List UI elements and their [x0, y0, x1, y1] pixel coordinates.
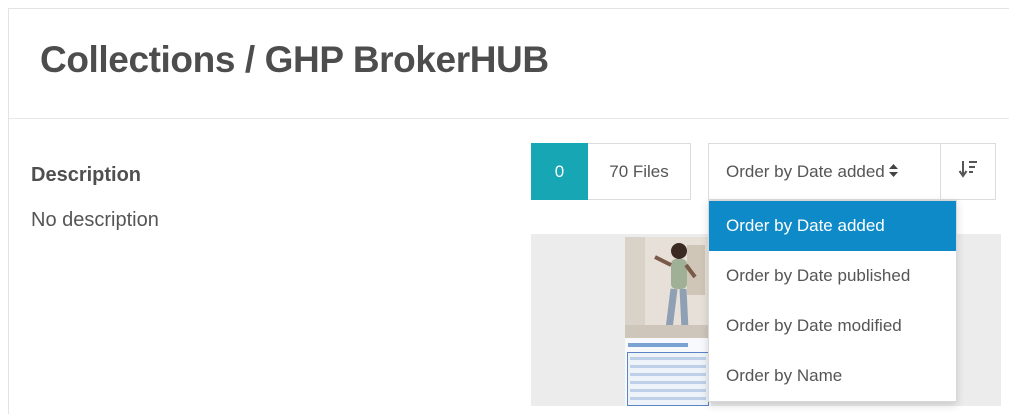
order-dropdown-menu: Order by Date added Order by Date publis… [708, 200, 957, 402]
page-title: Collections / GHP BrokerHUB [40, 39, 549, 80]
order-option-date-modified[interactable]: Order by Date modified [709, 301, 956, 351]
order-select-value: Order by Date added [726, 161, 885, 181]
sort-descending-icon [958, 159, 978, 184]
description-text: No description [31, 209, 159, 231]
order-select[interactable]: Order by Date added [708, 143, 941, 200]
table-line [630, 357, 706, 360]
page-header: Collections / GHP BrokerHUB [9, 9, 1009, 119]
table-line [630, 365, 706, 368]
table-line [630, 381, 706, 384]
thumbnail-document [625, 338, 711, 406]
description-label: Description [31, 164, 142, 186]
order-option-date-added[interactable]: Order by Date added [709, 201, 956, 251]
table-line [630, 397, 706, 400]
thumbnail-photo [625, 237, 711, 338]
file-thumbnail[interactable] [625, 237, 711, 406]
table-line [630, 373, 706, 376]
order-option-name[interactable]: Order by Name [709, 351, 956, 401]
table-line [630, 389, 706, 392]
files-count: 70 Files [588, 143, 691, 200]
order-option-date-published[interactable]: Order by Date published [709, 251, 956, 301]
updown-caret-icon [888, 163, 898, 180]
document-heading [628, 343, 688, 347]
document-table [627, 352, 709, 406]
sort-direction-button[interactable] [940, 143, 996, 200]
selected-count-badge[interactable]: 0 [531, 143, 588, 200]
